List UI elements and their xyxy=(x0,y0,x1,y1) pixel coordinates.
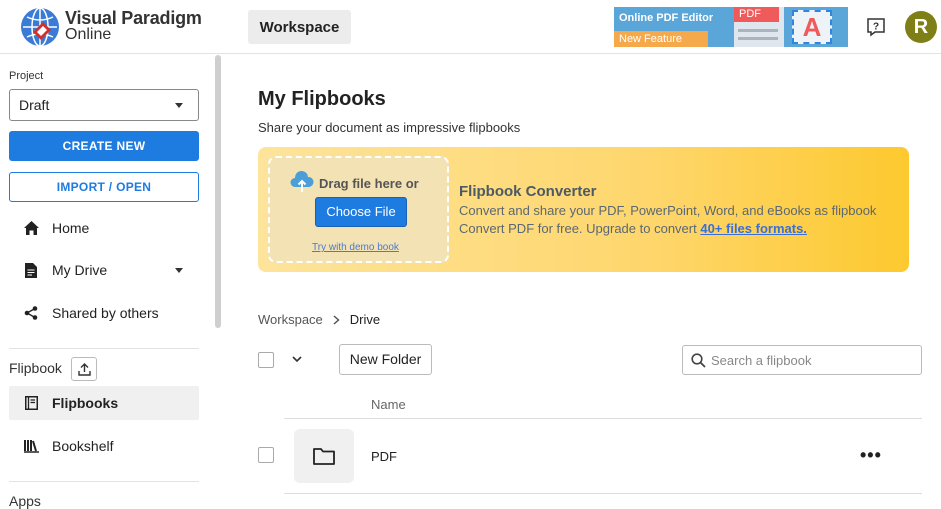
cloud-upload-icon xyxy=(290,171,314,192)
column-header-name[interactable]: Name xyxy=(371,397,406,412)
search-box[interactable] xyxy=(682,345,922,375)
create-new-button[interactable]: CREATE NEW xyxy=(9,131,199,161)
table-row-divider xyxy=(284,493,922,494)
flipbook-icon xyxy=(23,395,39,411)
banner-doc-line xyxy=(738,37,778,40)
sidebar-item-home[interactable]: Home xyxy=(9,211,199,245)
breadcrumb: Workspace Drive xyxy=(258,312,380,327)
converter-upgrade-text: Convert PDF for free. Upgrade to convert… xyxy=(459,221,807,236)
file-drop-zone[interactable]: Drag file here or Choose File Try with d… xyxy=(268,156,449,263)
logo-globe-icon xyxy=(21,7,59,47)
folder-thumbnail[interactable] xyxy=(294,429,354,483)
converter-description: Convert and share your PDF, PowerPoint, … xyxy=(459,203,877,218)
upload-button[interactable] xyxy=(71,357,97,381)
upgrade-text: Convert PDF for free. Upgrade to convert xyxy=(459,221,697,236)
chevron-down-icon xyxy=(175,103,183,108)
banner-doc-line xyxy=(738,29,778,32)
sidebar-item-label: Bookshelf xyxy=(52,438,114,454)
sidebar-item-label: Home xyxy=(52,220,90,236)
help-question-icon[interactable]: ? xyxy=(866,17,886,37)
pdf-editor-promo-banner[interactable]: Online PDF Editor New Feature PDF A xyxy=(614,7,848,47)
top-bar: Visual Paradigm Online Workspace Online … xyxy=(0,0,941,54)
project-select[interactable]: Draft xyxy=(9,89,199,121)
apps-section-label: Apps xyxy=(9,493,41,509)
banner-title: Online PDF Editor xyxy=(619,12,714,24)
breadcrumb-item-workspace[interactable]: Workspace xyxy=(258,312,323,327)
flipbook-converter-card: Drag file here or Choose File Try with d… xyxy=(258,147,909,272)
file-formats-link[interactable]: 40+ files formats. xyxy=(700,221,807,236)
banner-letter-graphic: A xyxy=(792,10,832,44)
chevron-right-icon xyxy=(333,314,340,325)
flipbook-section-label: Flipbook xyxy=(9,360,62,376)
sidebar-item-bookshelf[interactable]: Bookshelf xyxy=(9,429,199,463)
user-avatar[interactable]: R xyxy=(905,11,937,43)
breadcrumb-item-drive[interactable]: Drive xyxy=(350,312,380,327)
table-row-name[interactable]: PDF xyxy=(371,449,397,464)
upload-icon xyxy=(77,362,91,376)
page-subtitle: Share your document as impressive flipbo… xyxy=(258,120,521,135)
home-icon xyxy=(23,220,39,236)
choose-file-button[interactable]: Choose File xyxy=(315,197,407,227)
search-input[interactable] xyxy=(711,350,911,370)
chevron-down-icon[interactable] xyxy=(292,356,302,363)
document-icon xyxy=(23,262,39,278)
converter-title: Flipbook Converter xyxy=(459,183,597,200)
bookshelf-icon xyxy=(23,438,39,454)
sidebar-item-label: My Drive xyxy=(52,262,108,278)
sidebar-item-my-drive[interactable]: My Drive xyxy=(9,253,199,287)
row-checkbox[interactable] xyxy=(258,447,274,463)
sidebar-item-label: Flipbooks xyxy=(52,395,119,411)
sidebar-item-label: Shared by others xyxy=(52,305,159,321)
sidebar: Project Draft CREATE NEW IMPORT / OPEN H… xyxy=(0,55,224,509)
workspace-button[interactable]: Workspace xyxy=(248,10,351,44)
sidebar-item-shared[interactable]: Shared by others xyxy=(9,296,199,330)
import-open-button[interactable]: IMPORT / OPEN xyxy=(9,172,199,202)
new-folder-button[interactable]: New Folder xyxy=(339,344,432,375)
drag-file-text: Drag file here or xyxy=(319,176,419,191)
page-title: My Flipbooks xyxy=(258,88,386,110)
banner-pdf-label: PDF xyxy=(734,7,779,22)
more-options-icon[interactable]: ••• xyxy=(860,445,882,466)
banner-tag: New Feature xyxy=(614,31,708,47)
chevron-down-icon[interactable] xyxy=(175,268,183,273)
project-label: Project xyxy=(9,70,44,82)
share-icon xyxy=(23,305,39,321)
folder-icon xyxy=(313,448,335,465)
svg-text:?: ? xyxy=(873,22,879,33)
sidebar-divider xyxy=(9,481,199,482)
select-all-checkbox[interactable] xyxy=(258,352,274,368)
sidebar-item-flipbooks[interactable]: Flipbooks xyxy=(9,386,199,420)
demo-book-link[interactable]: Try with demo book xyxy=(312,242,399,253)
sidebar-scrollbar[interactable] xyxy=(215,55,221,328)
project-select-value: Draft xyxy=(19,97,50,113)
table-header-divider xyxy=(284,418,922,419)
logo[interactable]: Visual Paradigm Online xyxy=(19,6,219,50)
search-icon xyxy=(691,353,706,368)
sidebar-divider xyxy=(9,348,199,349)
logo-subname: Online xyxy=(65,26,112,43)
main-content: My Flipbooks Share your document as impr… xyxy=(224,55,941,505)
